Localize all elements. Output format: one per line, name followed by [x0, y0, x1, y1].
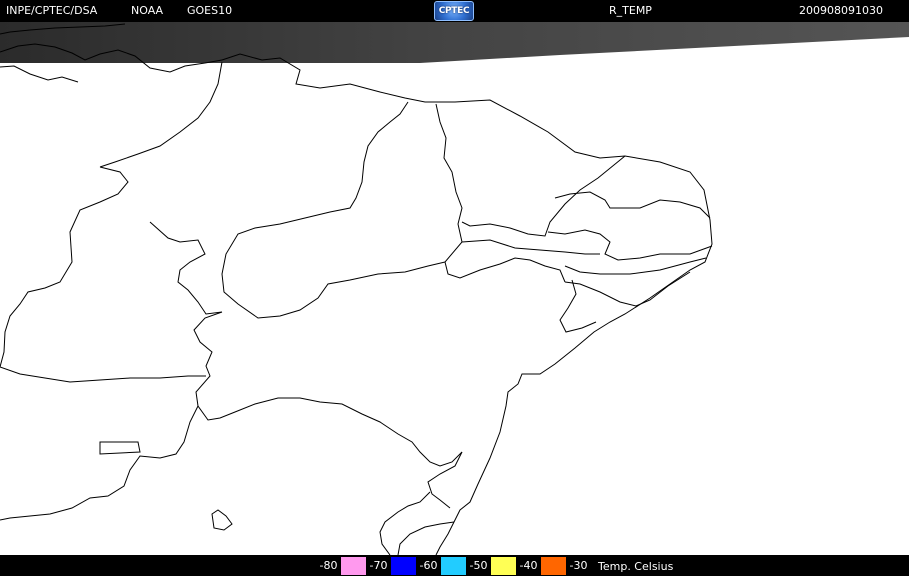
border-goias: [0, 405, 199, 521]
cptec-logo: CPTEC: [434, 1, 474, 21]
legend-swatch: [341, 557, 366, 575]
lake-outline: [211, 509, 233, 531]
legend-label: -50: [466, 557, 491, 575]
product-label: R_TEMP: [609, 4, 652, 17]
legend-swatch: [441, 557, 466, 575]
border-distrito-federal: [99, 441, 141, 455]
map-svg: [0, 22, 909, 555]
state-borders: [0, 23, 713, 555]
border-pa-to: [149, 221, 223, 315]
border-tocantins: [193, 311, 463, 467]
border-rio-grande-do-norte: [554, 191, 711, 219]
legend-swatch: [391, 557, 416, 575]
legend-label: -80: [316, 557, 341, 575]
legend-swatch: [541, 557, 566, 575]
border-minas-gerais: [379, 451, 463, 555]
border-maranhao: [221, 101, 446, 319]
border-pa-mt: [0, 166, 129, 368]
legend-label: -60: [416, 557, 441, 575]
legend-label: -40: [516, 557, 541, 575]
temperature-legend: -80 -70 -60 -50 -40 -30 Temp. Celsius: [316, 556, 673, 576]
border-amazonas-para: [99, 61, 223, 168]
border-pernambuco: [461, 239, 707, 275]
border-ceara: [461, 155, 626, 237]
border-goias-mato-grosso: [0, 366, 206, 383]
satellite-label: GOES10: [187, 4, 233, 17]
border-paraiba: [547, 229, 713, 261]
legend-caption: Temp. Celsius: [598, 559, 674, 573]
timestamp-label: 200908091030: [799, 4, 883, 17]
agency-label: NOAA: [131, 4, 164, 17]
legend-label: -30: [566, 557, 591, 575]
cptec-logo-text: CPTEC: [438, 6, 470, 16]
legend-label: -70: [366, 557, 391, 575]
border-alagoas: [564, 271, 691, 307]
legend-swatch: [491, 557, 516, 575]
source-label: INPE/CPTEC/DSA: [6, 4, 98, 17]
satellite-map: [0, 22, 909, 555]
